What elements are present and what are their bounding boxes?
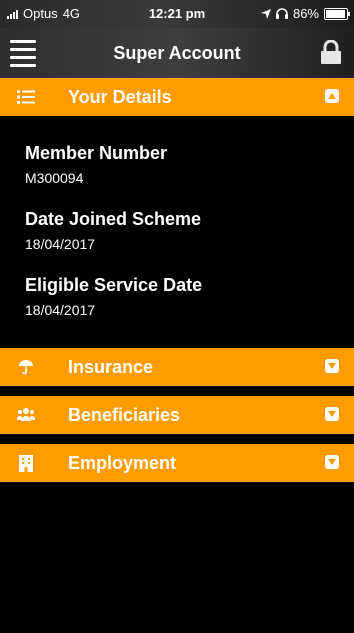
detail-title: Date Joined Scheme	[25, 209, 202, 229]
expand-icon[interactable]	[325, 359, 339, 373]
detail-eligible-service-date: Eligible Service Date 18/04/2017	[25, 275, 202, 318]
section-beneficiaries[interactable]: Beneficiaries	[0, 396, 354, 434]
detail-value: 18/04/2017	[25, 302, 96, 318]
detail-date-joined: Date Joined Scheme 18/04/2017	[25, 209, 201, 252]
status-bar: Optus 4G 12:21 pm 86%	[0, 0, 354, 28]
detail-value: M300094	[25, 170, 84, 186]
lock-icon[interactable]	[320, 40, 342, 64]
people-icon	[16, 405, 36, 425]
collapse-icon[interactable]	[325, 89, 339, 103]
battery-percent: 86%	[292, 6, 319, 21]
detail-title: Eligible Service Date	[25, 275, 203, 295]
page-title: Super Account	[113, 43, 241, 63]
section-label: Beneficiaries	[68, 404, 181, 425]
location-arrow-icon	[260, 8, 271, 19]
headphones-icon	[275, 8, 288, 19]
section-insurance[interactable]: Insurance	[0, 348, 354, 386]
building-icon	[16, 453, 36, 473]
detail-member-number: Member Number M300094	[25, 143, 167, 186]
list-icon	[16, 87, 36, 107]
detail-value: 18/04/2017	[25, 236, 96, 252]
expand-icon[interactable]	[325, 407, 339, 421]
section-employment[interactable]: Employment	[0, 444, 354, 482]
section-your-details[interactable]: Your Details	[0, 78, 354, 116]
section-label: Employment	[68, 452, 177, 473]
umbrella-icon	[16, 357, 36, 377]
expand-icon[interactable]	[325, 455, 339, 469]
status-icons: 86%	[260, 6, 350, 21]
section-label: Insurance	[68, 356, 154, 377]
battery-icon	[324, 7, 350, 20]
detail-title: Member Number	[25, 143, 168, 163]
section-label: Your Details	[68, 86, 172, 107]
nav-bar: Super Account	[0, 28, 354, 78]
